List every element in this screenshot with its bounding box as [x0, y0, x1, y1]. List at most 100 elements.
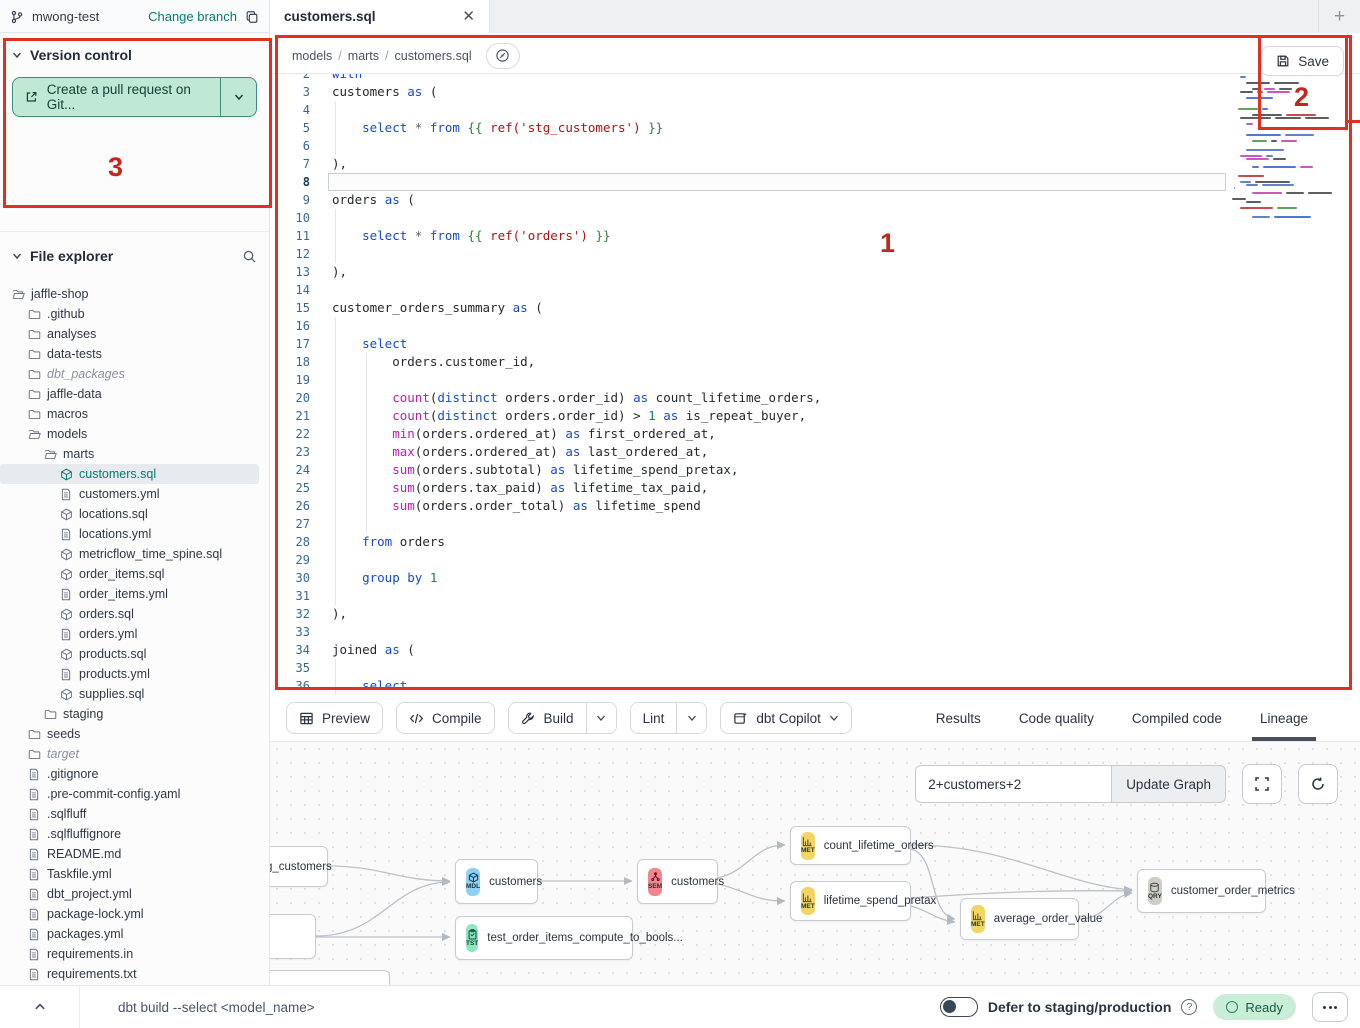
save-button[interactable]: Save [1261, 46, 1344, 76]
code-line-28[interactable]: 28 from orders [270, 533, 1360, 551]
lint-button[interactable]: Lint [630, 702, 708, 734]
preview-button[interactable]: Preview [286, 702, 383, 734]
code-line-16[interactable]: 16 [270, 317, 1360, 335]
lineage-node-lifetime_spend_pretax[interactable]: METlifetime_spend_pretax [790, 881, 911, 921]
code-line-31[interactable]: 31 [270, 587, 1360, 605]
tree-item-order-items-yml[interactable]: order_items.yml [0, 584, 269, 604]
code-line-6[interactable]: 6 [270, 137, 1360, 155]
code-line-10[interactable]: 10 [270, 209, 1360, 227]
tree-item-target[interactable]: target [0, 744, 269, 764]
lineage-node-test-bools[interactable]: TSTtest_order_items_compute_to_bools... [455, 916, 633, 960]
tree-item-taskfile-yml[interactable]: Taskfile.yml [0, 864, 269, 884]
code-line-36[interactable]: 36 select [270, 677, 1360, 695]
tree-item-customers-yml[interactable]: customers.yml [0, 484, 269, 504]
code-line-8[interactable]: 8 [270, 173, 1360, 191]
tree-item--github[interactable]: .github [0, 304, 269, 324]
tree-item-requirements-in[interactable]: requirements.in [0, 944, 269, 964]
tree-item-locations-yml[interactable]: locations.yml [0, 524, 269, 544]
tree-item-order-items-sql[interactable]: order_items.sql [0, 564, 269, 584]
code-line-15[interactable]: 15customer_orders_summary as ( [270, 299, 1360, 317]
tree-item-jaffle-data[interactable]: jaffle-data [0, 384, 269, 404]
tree-item-macros[interactable]: macros [0, 404, 269, 424]
tree-item-data-tests[interactable]: data-tests [0, 344, 269, 364]
tree-item-dbt-project-yml[interactable]: dbt_project.yml [0, 884, 269, 904]
code-line-13[interactable]: 13), [270, 263, 1360, 281]
lineage-node-partial-bottom[interactable] [270, 970, 390, 985]
code-line-3[interactable]: 3customers as ( [270, 83, 1360, 101]
tree-item-analyses[interactable]: analyses [0, 324, 269, 344]
breadcrumb-item[interactable]: models [292, 49, 332, 63]
tree-item-locations-sql[interactable]: locations.sql [0, 504, 269, 524]
model-lineage-icon[interactable] [486, 43, 520, 69]
code-line-30[interactable]: 30 group by 1 [270, 569, 1360, 587]
code-line-21[interactable]: 21 count(distinct orders.order_id) > 1 a… [270, 407, 1360, 425]
tree-item-orders-sql[interactable]: orders.sql [0, 604, 269, 624]
code-line-2[interactable]: 2with [270, 74, 1360, 83]
tree-item-staging[interactable]: staging [0, 704, 269, 724]
code-area[interactable]: 2with3customers as (45 select * from {{ … [270, 74, 1360, 695]
code-line-32[interactable]: 32), [270, 605, 1360, 623]
lineage-node-average_order_value[interactable]: METaverage_order_value [960, 898, 1079, 940]
change-branch-link[interactable]: Change branch [148, 9, 237, 24]
tree-item-jaffle-shop[interactable]: jaffle-shop [0, 284, 269, 304]
pr-dropdown-caret[interactable] [220, 78, 256, 116]
compile-button[interactable]: Compile [396, 702, 495, 734]
tree-item-marts[interactable]: marts [0, 444, 269, 464]
tree-item-models[interactable]: models [0, 424, 269, 444]
version-control-header[interactable]: Version control [0, 33, 269, 73]
code-line-11[interactable]: 11 select * from {{ ref('orders') }} [270, 227, 1360, 245]
tree-item--pre-commit-config-yaml[interactable]: .pre-commit-config.yaml [0, 784, 269, 804]
create-pr-button[interactable]: Create a pull request on Git... [12, 77, 257, 117]
breadcrumb-item[interactable]: marts [348, 49, 379, 63]
tree-item-products-yml[interactable]: products.yml [0, 664, 269, 684]
tab-code-quality[interactable]: Code quality [1019, 695, 1094, 741]
lineage-node-customers-mdl[interactable]: MDLcustomers [455, 859, 538, 904]
more-options-button[interactable] [1312, 992, 1348, 1022]
defer-toggle[interactable] [940, 997, 978, 1017]
code-line-12[interactable]: 12 [270, 245, 1360, 263]
close-tab-icon[interactable]: ✕ [462, 9, 475, 24]
lineage-node-orders-src[interactable]: orders [270, 914, 316, 959]
code-line-24[interactable]: 24 sum(orders.subtotal) as lifetime_spen… [270, 461, 1360, 479]
tree-item-dbt-packages[interactable]: dbt_packages [0, 364, 269, 384]
code-line-4[interactable]: 4 [270, 101, 1360, 119]
code-line-27[interactable]: 27 [270, 515, 1360, 533]
lineage-node-stg_customers[interactable]: stg_customers [270, 846, 328, 887]
tree-item-packages-yml[interactable]: packages.yml [0, 924, 269, 944]
code-line-34[interactable]: 34joined as ( [270, 641, 1360, 659]
tree-item-customers-sql[interactable]: customers.sql [0, 464, 259, 484]
tree-item--sqlfluffignore[interactable]: .sqlfluffignore [0, 824, 269, 844]
code-line-9[interactable]: 9orders as ( [270, 191, 1360, 209]
tab-compiled-code[interactable]: Compiled code [1132, 695, 1222, 741]
new-tab-button[interactable]: + [1318, 0, 1360, 33]
code-line-22[interactable]: 22 min(orders.ordered_at) as first_order… [270, 425, 1360, 443]
tree-item-orders-yml[interactable]: orders.yml [0, 624, 269, 644]
file-explorer-header[interactable]: File explorer [0, 232, 269, 274]
code-line-20[interactable]: 20 count(distinct orders.order_id) as co… [270, 389, 1360, 407]
tab-results[interactable]: Results [936, 695, 981, 741]
code-line-23[interactable]: 23 max(orders.ordered_at) as last_ordere… [270, 443, 1360, 461]
tab-lineage[interactable]: Lineage [1260, 695, 1308, 741]
code-line-18[interactable]: 18 orders.customer_id, [270, 353, 1360, 371]
build-button[interactable]: Build [508, 702, 617, 734]
code-line-17[interactable]: 17 select [270, 335, 1360, 353]
code-line-33[interactable]: 33 [270, 623, 1360, 641]
lineage-node-customers-sem[interactable]: SEMcustomers [637, 859, 718, 904]
tree-item--gitignore[interactable]: .gitignore [0, 764, 269, 784]
tree-item-seeds[interactable]: seeds [0, 724, 269, 744]
code-line-19[interactable]: 19 [270, 371, 1360, 389]
code-line-5[interactable]: 5 select * from {{ ref('stg_customers') … [270, 119, 1360, 137]
dbt-copilot-button[interactable]: dbt Copilot [720, 702, 852, 734]
tree-item-package-lock-yml[interactable]: package-lock.yml [0, 904, 269, 924]
tree-item-supplies-sql[interactable]: supplies.sql [0, 684, 269, 704]
code-line-14[interactable]: 14 [270, 281, 1360, 299]
code-line-7[interactable]: 7), [270, 155, 1360, 173]
tree-item-products-sql[interactable]: products.sql [0, 644, 269, 664]
search-icon[interactable] [242, 249, 257, 264]
update-graph-button[interactable]: Update Graph [1111, 765, 1226, 803]
tree-item-requirements-txt[interactable]: requirements.txt [0, 964, 269, 984]
help-icon[interactable]: ? [1181, 999, 1197, 1015]
minimap[interactable] [1232, 76, 1320, 221]
refresh-button[interactable] [1298, 764, 1338, 804]
tree-item-metricflow-time-spine-sql[interactable]: metricflow_time_spine.sql [0, 544, 269, 564]
